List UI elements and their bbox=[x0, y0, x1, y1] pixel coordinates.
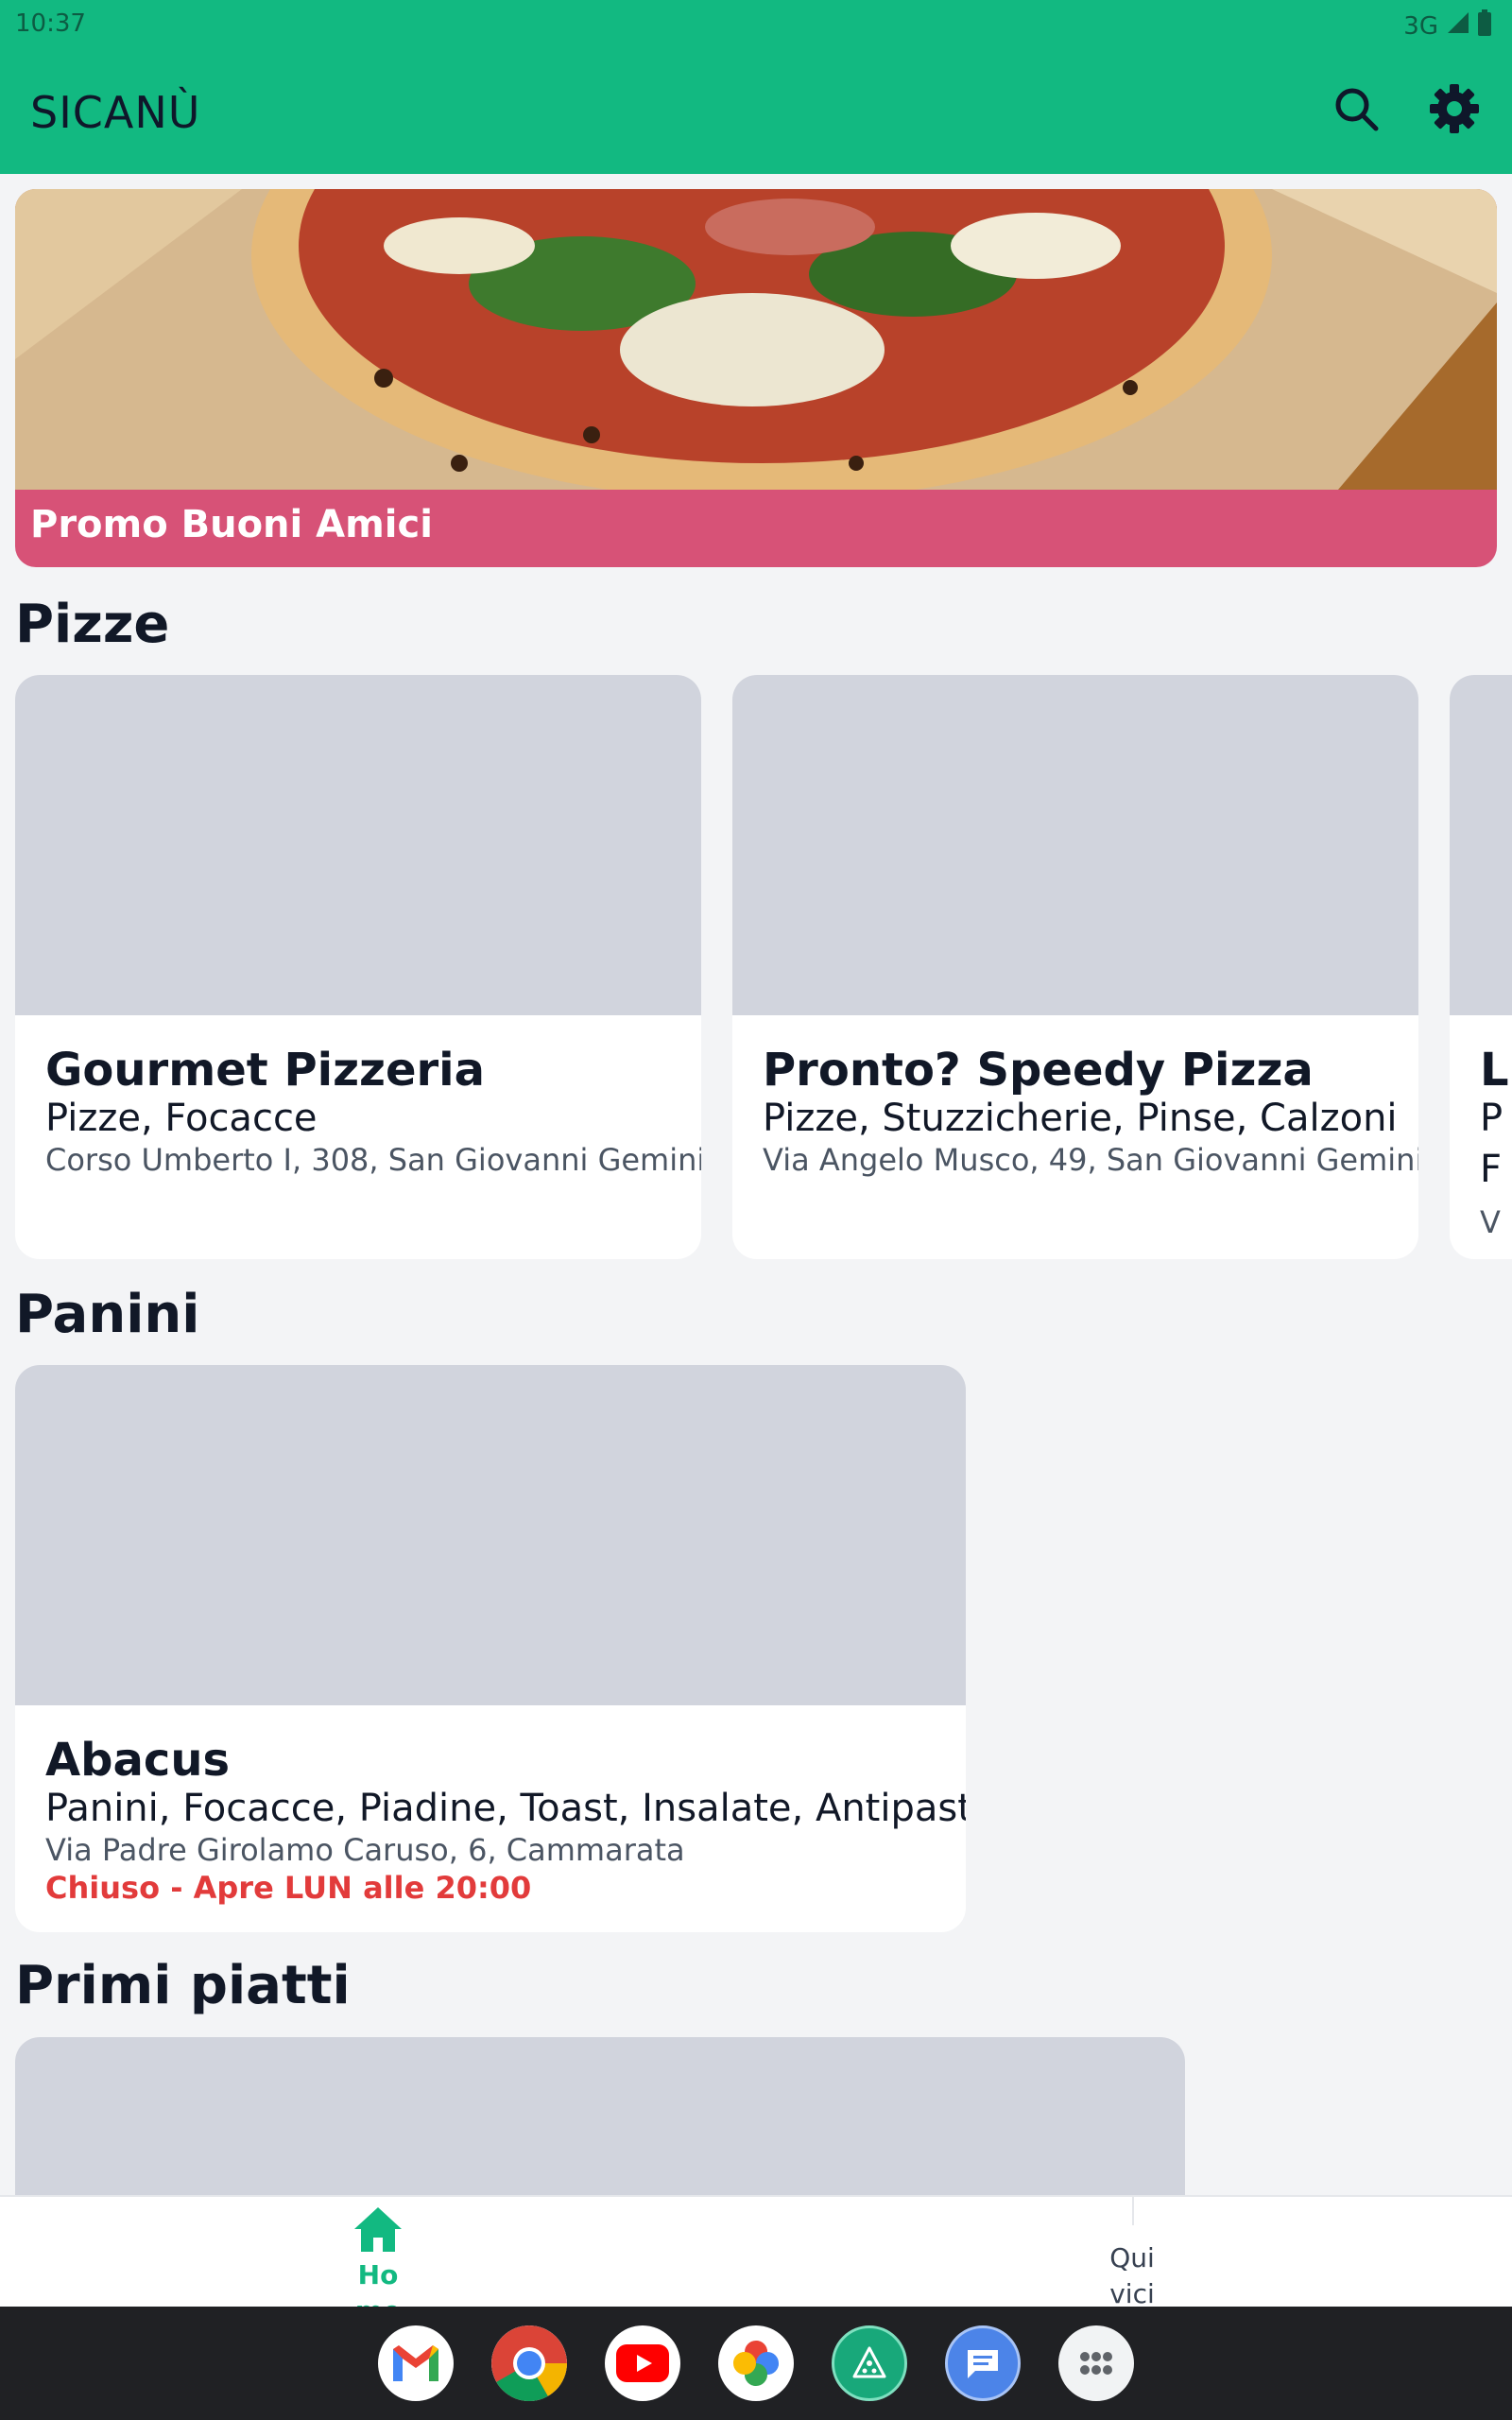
status-icons: 3G bbox=[1403, 9, 1491, 43]
section-title-panini: Panini bbox=[15, 1284, 200, 1345]
nav-nearby-label: Qui bbox=[1109, 2242, 1155, 2273]
restaurant-status: Chiuso - Apre LUN alle 20:00 bbox=[45, 1870, 532, 1906]
restaurant-name: Gourmet Pizzeria bbox=[45, 1044, 486, 1097]
youtube-icon[interactable] bbox=[605, 2325, 680, 2401]
nav-divider bbox=[1132, 2197, 1134, 2225]
nav-nearby[interactable]: Qui vici bbox=[1094, 2240, 1170, 2307]
restaurant-card[interactable]: Gourmet Pizzeria Pizze, Focacce Corso Um… bbox=[15, 675, 701, 1259]
nav-nearby-label-line2: vici bbox=[1109, 2278, 1155, 2307]
restaurant-categories: Panini, Focacce, Piadine, Toast, Insalat… bbox=[45, 1787, 966, 1830]
app-title: SICANÙ bbox=[30, 87, 201, 138]
restaurant-categories-line2: F bbox=[1480, 1148, 1503, 1191]
settings-button[interactable] bbox=[1425, 81, 1484, 140]
status-bar: 10:37 3G bbox=[0, 0, 1512, 47]
app-dock bbox=[0, 2307, 1512, 2420]
restaurant-categories: P bbox=[1480, 1097, 1503, 1140]
gear-icon bbox=[1429, 83, 1480, 138]
restaurant-image bbox=[1450, 675, 1512, 1015]
app-bar: SICANÙ bbox=[0, 47, 1512, 174]
restaurant-address: V bbox=[1480, 1204, 1501, 1240]
promo-banner[interactable]: Promo Buoni Amici bbox=[15, 189, 1497, 567]
restaurant-name: Abacus bbox=[45, 1734, 231, 1787]
chrome-icon[interactable] bbox=[491, 2325, 567, 2401]
restaurant-image bbox=[15, 1365, 966, 1705]
promo-image bbox=[15, 189, 1497, 490]
restaurant-name: Pronto? Speedy Pizza bbox=[763, 1044, 1314, 1097]
nav-home-label-line2: me bbox=[340, 2293, 416, 2307]
restaurant-name: L bbox=[1480, 1044, 1509, 1097]
restaurant-image bbox=[732, 675, 1418, 1015]
home-icon bbox=[340, 2204, 416, 2257]
nav-home-label: Ho bbox=[357, 2259, 399, 2290]
messages-icon[interactable] bbox=[945, 2325, 1021, 2401]
status-time: 10:37 bbox=[15, 9, 86, 38]
nav-home[interactable]: Ho me bbox=[340, 2204, 416, 2307]
bottom-navigation: Ho me Qui vici bbox=[0, 2195, 1512, 2307]
restaurant-categories: Pizze, Stuzzicherie, Pinse, Calzoni bbox=[763, 1097, 1398, 1140]
photos-icon[interactable] bbox=[718, 2325, 794, 2401]
restaurant-image bbox=[15, 675, 701, 1015]
restaurant-card[interactable]: Abacus Panini, Focacce, Piadine, Toast, … bbox=[15, 1365, 966, 1932]
network-type: 3G bbox=[1403, 11, 1438, 41]
restaurant-address: Via Padre Girolamo Caruso, 6, Cammarata bbox=[45, 1832, 685, 1868]
restaurant-card-partial[interactable]: L P F V bbox=[1450, 675, 1512, 1259]
restaurant-card[interactable]: Pronto? Speedy Pizza Pizze, Stuzzicherie… bbox=[732, 675, 1418, 1259]
restaurant-address: Via Angelo Musco, 49, San Giovanni Gemin… bbox=[763, 1142, 1418, 1178]
battery-icon bbox=[1478, 9, 1491, 43]
section-title-pizze: Pizze bbox=[15, 594, 170, 655]
promo-label: Promo Buoni Amici bbox=[30, 503, 433, 546]
search-icon bbox=[1332, 85, 1380, 136]
restaurant-categories: Pizze, Focacce bbox=[45, 1097, 318, 1140]
section-title-primi-piatti: Primi piatti bbox=[15, 1955, 351, 2016]
gmail-icon[interactable] bbox=[378, 2325, 454, 2401]
app-drawer-icon[interactable] bbox=[1058, 2325, 1134, 2401]
signal-icon bbox=[1446, 10, 1470, 42]
restaurant-address: Corso Umberto I, 308, San Giovanni Gemin… bbox=[45, 1142, 701, 1178]
pizza-app-icon[interactable] bbox=[832, 2325, 907, 2401]
search-button[interactable] bbox=[1327, 81, 1385, 140]
